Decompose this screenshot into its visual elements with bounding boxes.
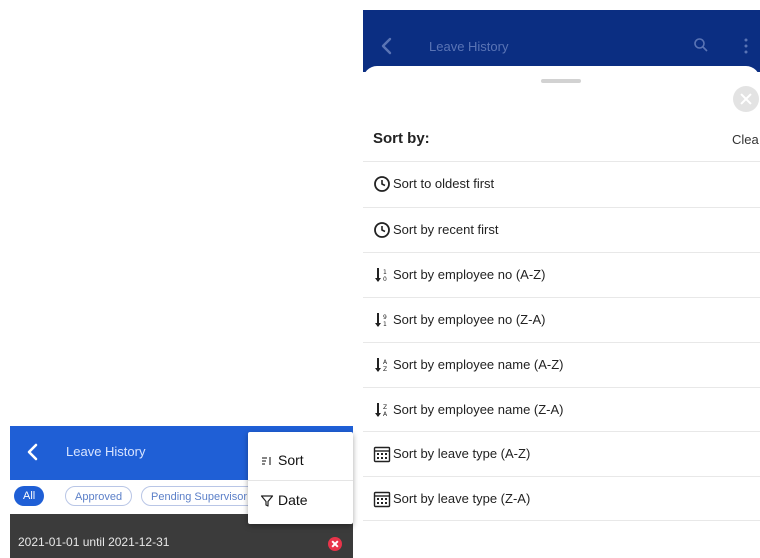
sort-option-label: Sort by employee no (Z-A) (393, 312, 546, 327)
sort-alpha-desc-icon: ZA (373, 401, 391, 419)
options-menu: Sort Date (248, 432, 353, 524)
menu-item-date[interactable]: Date (248, 480, 353, 520)
sort-option-label: Sort by leave type (A-Z) (393, 446, 531, 461)
sort-bottom-sheet: Sort by: Clea Sort to oldest first Sort … (363, 66, 760, 558)
sort-option-employee-name-desc[interactable]: ZA Sort by employee name (Z-A) (363, 387, 760, 431)
sort-option-leave-type-asc[interactable]: Sort by leave type (A-Z) (363, 431, 760, 475)
calendar-icon (373, 445, 391, 463)
sort-option-employee-no-asc[interactable]: 10 Sort by employee no (A-Z) (363, 252, 760, 296)
svg-text:A: A (383, 411, 388, 418)
sort-option-label: Sort to oldest first (393, 176, 495, 191)
close-icon[interactable] (733, 86, 759, 112)
sort-option-recent-first[interactable]: Sort by recent first (363, 207, 760, 251)
sort-alpha-asc-icon: AZ (373, 356, 391, 374)
menu-item-label: Sort (278, 452, 304, 468)
sort-option-leave-type-desc[interactable]: Sort by leave type (Z-A) (363, 476, 760, 521)
sort-option-label: Sort by employee no (A-Z) (393, 267, 546, 282)
page-title: Leave History (429, 39, 509, 54)
menu-item-label: Date (278, 492, 308, 508)
menu-item-sort[interactable]: Sort (248, 440, 353, 481)
back-arrow-icon[interactable] (379, 34, 395, 58)
svg-text:Z: Z (383, 404, 387, 411)
svg-text:1: 1 (383, 269, 387, 276)
sort-numeric-asc-icon: 10 (373, 266, 391, 284)
sort-option-employee-no-desc[interactable]: 91 Sort by employee no (Z-A) (363, 297, 760, 341)
drag-handle[interactable] (541, 79, 581, 83)
filter-chip-approved[interactable]: Approved (65, 486, 133, 506)
sort-icon (260, 454, 274, 468)
sort-option-label: Sort by employee name (Z-A) (393, 402, 564, 417)
page-title: Leave History (66, 444, 146, 459)
svg-text:1: 1 (383, 321, 387, 328)
clear-button[interactable]: Clea (732, 132, 759, 147)
svg-text:0: 0 (383, 276, 387, 283)
date-range-text: 2021-01-01 until 2021-12-31 (18, 535, 170, 549)
sort-option-employee-name-asc[interactable]: AZ Sort by employee name (A-Z) (363, 342, 760, 386)
clear-date-icon[interactable] (328, 537, 342, 551)
clock-icon (373, 175, 391, 193)
back-arrow-icon[interactable] (23, 440, 43, 464)
svg-text:Z: Z (383, 366, 387, 373)
sort-option-label: Sort by employee name (A-Z) (393, 357, 564, 372)
sheet-title: Sort by: (373, 130, 430, 147)
filter-chip-all[interactable]: All (14, 486, 45, 506)
calendar-icon (373, 490, 391, 508)
search-icon[interactable] (693, 37, 709, 53)
more-vertical-icon[interactable] (743, 37, 749, 55)
right-app-header: Leave History (363, 10, 760, 72)
svg-text:A: A (383, 359, 388, 366)
sort-option-label: Sort by leave type (Z-A) (393, 491, 531, 506)
svg-text:9: 9 (383, 314, 387, 321)
clock-icon (373, 221, 391, 239)
sort-option-oldest-first[interactable]: Sort to oldest first (363, 161, 760, 205)
sort-numeric-desc-icon: 91 (373, 311, 391, 329)
filter-icon (260, 494, 274, 508)
sort-option-label: Sort by recent first (393, 222, 499, 237)
filter-chip-pending-supervisor[interactable]: Pending Supervisor (141, 486, 261, 506)
